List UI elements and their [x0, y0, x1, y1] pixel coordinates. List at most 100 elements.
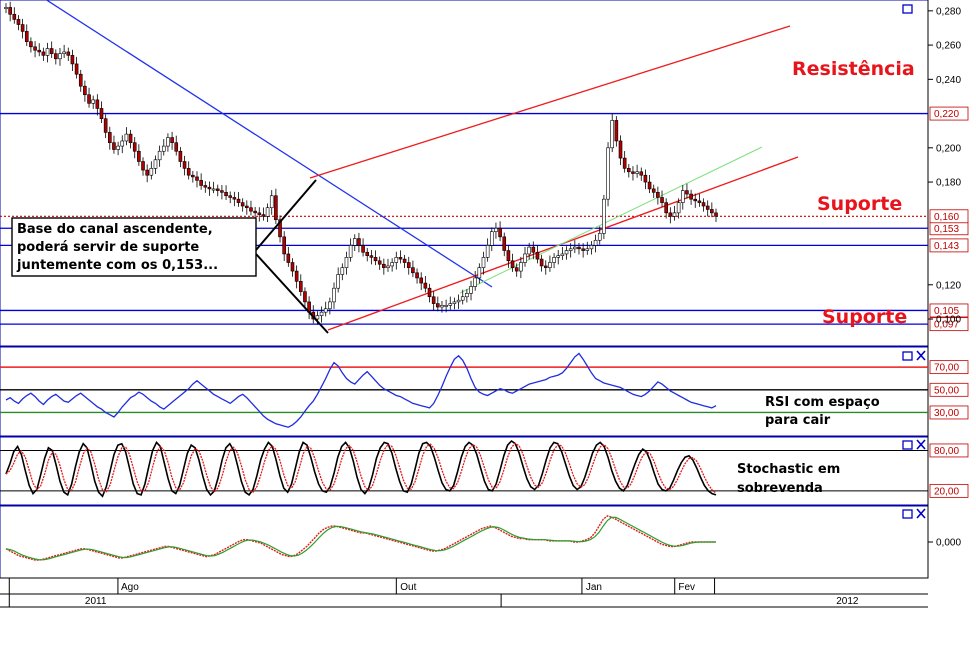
candle	[552, 257, 556, 263]
stoch-note-line-1: Stochastic em	[737, 462, 840, 477]
candle	[386, 265, 390, 268]
candle	[643, 174, 648, 183]
candle	[714, 212, 718, 217]
candle	[510, 260, 515, 268]
candle	[207, 186, 212, 190]
candle	[436, 303, 440, 308]
candle	[485, 245, 490, 258]
green-support-line[interactable]	[459, 146, 763, 294]
candle	[448, 303, 453, 306]
candle	[705, 205, 710, 210]
candle	[303, 291, 307, 303]
candle	[328, 301, 332, 310]
candle	[240, 202, 245, 207]
candle	[20, 24, 25, 32]
candle	[191, 174, 195, 178]
candle	[402, 258, 407, 263]
candle	[265, 207, 270, 217]
candle	[108, 132, 112, 143]
candle	[427, 287, 432, 298]
candle	[382, 263, 386, 268]
candle	[543, 265, 548, 268]
candle	[419, 277, 424, 284]
stoch-window-box-icon[interactable]	[902, 440, 913, 450]
price-tick-label: 0,280	[936, 6, 961, 17]
candle	[568, 248, 573, 251]
rsi-note-line-2: para cair	[765, 413, 831, 428]
candle	[269, 195, 274, 209]
month-label: Jan	[586, 582, 602, 593]
candle	[710, 209, 714, 214]
stoch-level-label: 20,00	[934, 486, 959, 497]
year-label: 2011	[85, 596, 107, 607]
price-panel-frame	[0, 0, 929, 347]
candle	[618, 140, 623, 159]
candle	[116, 145, 120, 150]
candle	[199, 180, 203, 186]
note-line-2: poderá servir de suporte	[17, 240, 199, 255]
candle	[440, 305, 444, 308]
stoch-k-line[interactable]	[5, 439, 717, 498]
candle	[672, 212, 677, 217]
candle	[365, 251, 370, 256]
price-window-box-icon[interactable]	[902, 4, 913, 14]
month-label: Ago	[121, 582, 139, 593]
level-label: 0,153	[934, 224, 959, 235]
osc-window-box-icon[interactable]	[902, 509, 913, 519]
candle	[166, 137, 170, 147]
candle	[319, 311, 324, 316]
candle	[120, 140, 125, 147]
candle	[253, 210, 257, 214]
candle	[290, 262, 295, 272]
candle	[323, 308, 328, 313]
candle	[693, 198, 698, 202]
candle	[137, 150, 141, 162]
osc-line-2[interactable]	[5, 516, 716, 561]
candle	[211, 188, 216, 191]
level-label: 0,220	[934, 109, 959, 120]
osc-line-1[interactable]	[5, 515, 716, 561]
candle	[531, 246, 536, 253]
candle	[157, 150, 162, 161]
candle	[622, 157, 627, 169]
candle	[498, 227, 502, 238]
candle	[91, 99, 95, 104]
candle	[178, 150, 183, 162]
candle	[78, 73, 83, 87]
candle	[548, 262, 552, 268]
candle	[444, 305, 448, 307]
candle	[54, 53, 58, 60]
candle	[149, 168, 154, 176]
candle	[228, 195, 233, 198]
price-tick-label: 0,260	[936, 41, 961, 52]
candle	[66, 51, 71, 56]
candle	[340, 267, 345, 275]
candle	[220, 190, 224, 193]
chart-window: 0,220 0,153 0,143 0,105 0,097 0,160 Base do c…	[0, 0, 976, 657]
note-line-1: Base do canal ascendente,	[17, 222, 213, 237]
candle	[8, 7, 12, 15]
chart-canvas[interactable]: 0,2200,1530,1430,1050,0970,160 Base do c…	[0, 0, 976, 657]
candle	[87, 94, 91, 104]
channel-top-line[interactable]	[309, 25, 791, 179]
candle	[99, 108, 104, 120]
candle	[660, 197, 664, 203]
candle	[83, 85, 87, 96]
trendlines	[45, 0, 799, 331]
candle	[4, 7, 8, 9]
osc-zero-label: 0,000	[936, 538, 961, 549]
candle	[357, 238, 361, 246]
candle	[411, 267, 415, 274]
stoch-close-x-icon[interactable]	[916, 439, 926, 450]
candle	[286, 253, 291, 263]
candle	[236, 198, 241, 203]
candle	[336, 274, 340, 289]
candle	[170, 137, 174, 143]
candle	[145, 169, 149, 176]
osc-close-x-icon[interactable]	[916, 508, 926, 519]
rsi-level-label: 50,00	[934, 385, 959, 396]
rsi-close-x-icon[interactable]	[916, 350, 926, 361]
rsi-window-box-icon[interactable]	[902, 351, 913, 361]
candle	[128, 133, 133, 143]
candle	[610, 120, 614, 149]
